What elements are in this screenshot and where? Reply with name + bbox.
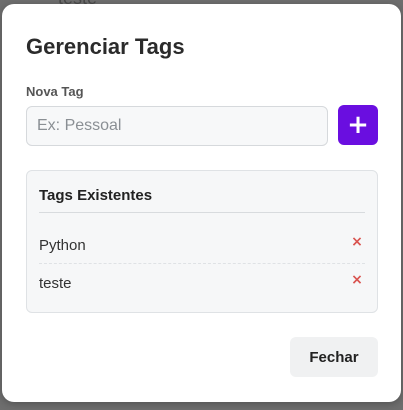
add-tag-button[interactable]: + [338, 105, 378, 145]
tag-list-item: Python × [39, 226, 365, 264]
new-tag-label: Nova Tag [26, 84, 84, 99]
remove-tag-icon[interactable]: × [349, 234, 365, 250]
close-button[interactable]: Fechar [290, 337, 378, 377]
dialog-title: Gerenciar Tags [26, 34, 185, 59]
existing-tags-panel: Tags Existentes Python × teste × [26, 170, 378, 313]
divider [39, 212, 365, 213]
manage-tags-dialog: Gerenciar Tags Nova Tag + Tags Existente… [2, 4, 401, 402]
new-tag-input[interactable] [26, 106, 328, 146]
tag-name: Python [39, 237, 86, 254]
tag-name: teste [39, 275, 72, 292]
existing-tags-title: Tags Existentes [39, 187, 153, 204]
tag-list-item: teste × [39, 264, 365, 301]
remove-tag-icon[interactable]: × [349, 272, 365, 288]
